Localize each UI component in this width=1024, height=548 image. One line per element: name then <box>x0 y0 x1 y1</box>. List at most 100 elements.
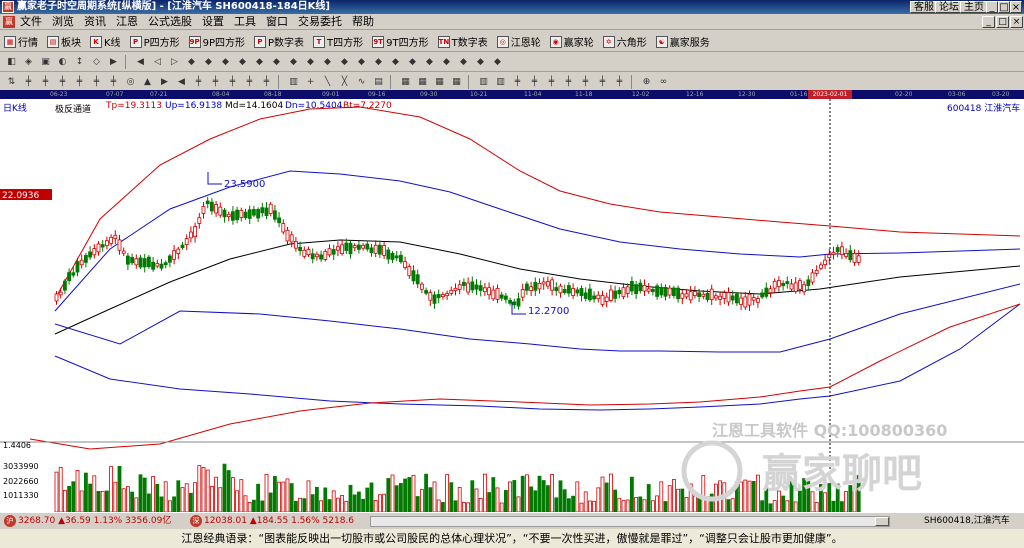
maximize-button[interactable]: □ <box>998 1 1010 13</box>
analysis-tool-icon[interactable]: ╪ <box>21 75 36 89</box>
chart-canvas[interactable]: 22.0936 23.5900 12.2700 1.4406 3033990 202266… <box>0 99 1024 512</box>
draw-tool-icon[interactable]: ◆ <box>218 55 233 69</box>
toolbar-button-11[interactable]: ✡ 六角形 <box>602 33 647 50</box>
horizontal-scrollbar[interactable] <box>370 516 890 527</box>
forum-link[interactable]: 论坛 <box>935 1 963 13</box>
draw-tool-icon[interactable]: ◆ <box>422 55 437 69</box>
draw-tool-icon[interactable]: ◀ <box>133 55 148 69</box>
analysis-tool-icon[interactable]: ╪ <box>510 75 525 89</box>
close-button[interactable]: × <box>1010 1 1022 13</box>
draw-tool-icon[interactable]: ◈ <box>21 55 36 69</box>
menu-item-5[interactable]: 设置 <box>202 15 224 29</box>
analysis-tool-icon[interactable]: ◎ <box>123 75 138 89</box>
draw-tool-icon[interactable]: ◆ <box>371 55 386 69</box>
analysis-tool-icon[interactable]: ╪ <box>578 75 593 89</box>
draw-tool-icon[interactable]: ◆ <box>269 55 284 69</box>
analysis-tool-icon[interactable]: ⇅ <box>4 75 19 89</box>
draw-tool-icon[interactable]: ◧ <box>4 55 19 69</box>
analysis-tool-icon[interactable]: ╪ <box>242 75 257 89</box>
toolbar-button-8[interactable]: TN T数字表 <box>437 33 488 50</box>
analysis-tool-icon[interactable]: ∿ <box>354 75 369 89</box>
analysis-tool-icon[interactable]: ╪ <box>561 75 576 89</box>
analysis-tool-icon[interactable]: ▥ <box>493 75 508 89</box>
draw-tool-icon[interactable]: ◁ <box>150 55 165 69</box>
analysis-tool-icon[interactable]: ▥ <box>476 75 491 89</box>
analysis-tool-icon[interactable]: ▤ <box>371 75 386 89</box>
draw-tool-icon[interactable]: ◆ <box>252 55 267 69</box>
menu-item-7[interactable]: 窗口 <box>266 15 288 29</box>
analysis-tool-icon[interactable]: ∞ <box>656 75 671 89</box>
child-minimize-button[interactable]: _ <box>982 16 995 28</box>
toolbar-button-2[interactable]: K K线 <box>90 33 121 50</box>
analysis-tool-icon[interactable]: ▦ <box>398 75 413 89</box>
toolbar-button-0[interactable]: ▦ 行情 <box>4 33 38 50</box>
draw-tool-icon[interactable]: ◆ <box>303 55 318 69</box>
analysis-tool-icon[interactable]: ╪ <box>612 75 627 89</box>
toolbar-button-5[interactable]: P P数字表 <box>254 33 304 50</box>
menu-item-6[interactable]: 工具 <box>234 15 256 29</box>
draw-tool-icon[interactable]: ◆ <box>354 55 369 69</box>
toolbar-button-4[interactable]: 9P 9P四方形 <box>188 33 245 50</box>
analysis-tool-icon[interactable]: ╪ <box>225 75 240 89</box>
kline-chart[interactable]: 22.0936 23.5900 12.2700 1.4406 3033990 202266… <box>0 99 1024 512</box>
draw-tool-icon[interactable]: ▷ <box>167 55 182 69</box>
draw-tool-icon[interactable]: ◆ <box>456 55 471 69</box>
analysis-tool-icon[interactable]: ╳ <box>337 75 352 89</box>
toolbar-button-9[interactable]: ◎ 江恩轮 <box>496 33 541 50</box>
draw-tool-icon[interactable]: ◆ <box>201 55 216 69</box>
analysis-tool-icon[interactable]: ╪ <box>106 75 121 89</box>
home-link[interactable]: 主页 <box>960 1 988 13</box>
analysis-tool-icon[interactable]: ▦ <box>415 75 430 89</box>
draw-tool-icon[interactable]: ◆ <box>320 55 335 69</box>
analysis-tool-icon[interactable]: ╪ <box>38 75 53 89</box>
menu-item-0[interactable]: 文件 <box>20 15 42 29</box>
draw-tool-icon[interactable]: ◆ <box>439 55 454 69</box>
analysis-tool-icon[interactable]: ▥ <box>286 75 301 89</box>
menu-item-3[interactable]: 江恩 <box>116 15 138 29</box>
draw-tool-icon[interactable]: ◆ <box>286 55 301 69</box>
draw-tool-icon[interactable]: ◆ <box>473 55 488 69</box>
analysis-tool-icon[interactable]: ⊕ <box>639 75 654 89</box>
toolbar-button-10[interactable]: ◉ 赢家轮 <box>549 33 594 50</box>
draw-tool-icon[interactable]: ◆ <box>235 55 250 69</box>
draw-tool-icon[interactable]: ◆ <box>405 55 420 69</box>
service-link[interactable]: 客服 <box>910 1 938 13</box>
analysis-tool-icon[interactable]: ▦ <box>449 75 464 89</box>
analysis-tool-icon[interactable]: ◀ <box>174 75 189 89</box>
analysis-tool-icon[interactable]: ╲ <box>320 75 335 89</box>
menu-item-8[interactable]: 交易委托 <box>298 15 342 29</box>
analysis-tool-icon[interactable]: ╪ <box>208 75 223 89</box>
toolbar-button-1[interactable]: ▤ 板块 <box>47 33 81 50</box>
analysis-tool-icon[interactable]: + <box>303 75 318 89</box>
toolbar-button-12[interactable]: ☯ 赢家服务 <box>655 33 710 50</box>
analysis-tool-icon[interactable]: ╪ <box>595 75 610 89</box>
draw-tool-icon[interactable]: ◐ <box>55 55 70 69</box>
draw-tool-icon[interactable]: ▣ <box>38 55 53 69</box>
toolbar-button-7[interactable]: 9T 9T四方形 <box>372 33 429 50</box>
minimize-button[interactable]: _ <box>986 1 998 13</box>
toolbar-button-6[interactable]: T T四方形 <box>313 33 363 50</box>
analysis-tool-icon[interactable]: ╪ <box>72 75 87 89</box>
analysis-tool-icon[interactable]: ▲ <box>140 75 155 89</box>
child-maximize-button[interactable]: □ <box>996 16 1009 28</box>
child-close-button[interactable]: × <box>1010 16 1023 28</box>
draw-tool-icon[interactable]: ◆ <box>490 55 505 69</box>
sz-index[interactable]: 深 12038.01 ▲184.55 1.56% 5218.6 <box>190 515 354 528</box>
analysis-tool-icon[interactable]: ╪ <box>544 75 559 89</box>
draw-tool-icon[interactable]: ↕ <box>72 55 87 69</box>
draw-tool-icon[interactable]: ▶ <box>106 55 121 69</box>
draw-tool-icon[interactable]: ◆ <box>337 55 352 69</box>
analysis-tool-icon[interactable]: ╪ <box>89 75 104 89</box>
analysis-tool-icon[interactable]: ╪ <box>55 75 70 89</box>
analysis-tool-icon[interactable]: ▦ <box>432 75 447 89</box>
menu-item-9[interactable]: 帮助 <box>352 15 374 29</box>
menu-item-2[interactable]: 资讯 <box>84 15 106 29</box>
analysis-tool-icon[interactable]: ╪ <box>259 75 274 89</box>
draw-tool-icon[interactable]: ◇ <box>89 55 104 69</box>
menu-item-1[interactable]: 浏览 <box>52 15 74 29</box>
sh-index[interactable]: 沪 3268.70 ▲36.59 1.13% 3356.09亿 <box>4 515 171 528</box>
analysis-tool-icon[interactable]: ▶ <box>157 75 172 89</box>
toolbar-button-3[interactable]: P P四方形 <box>129 33 180 50</box>
draw-tool-icon[interactable]: ◆ <box>388 55 403 69</box>
menu-item-4[interactable]: 公式选股 <box>148 15 192 29</box>
